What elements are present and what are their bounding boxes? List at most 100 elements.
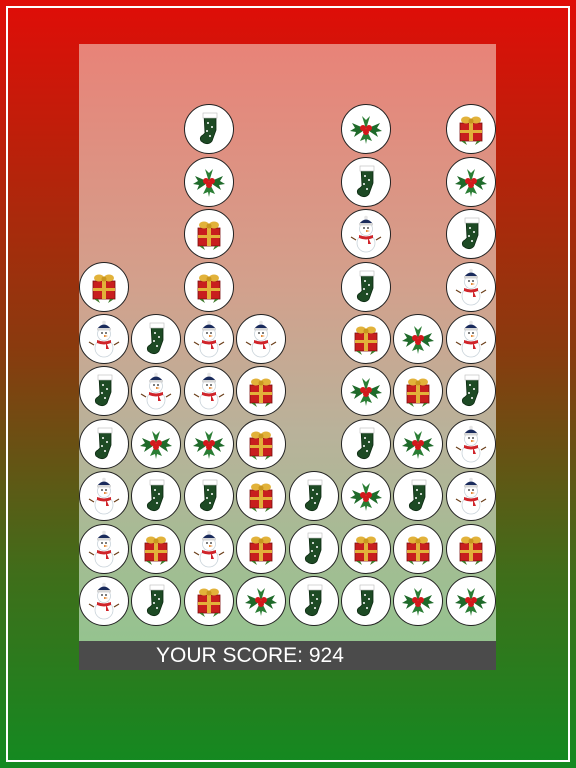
piece-stocking[interactable] xyxy=(288,523,339,574)
piece-stocking[interactable] xyxy=(131,314,182,364)
snowman-icon xyxy=(136,371,176,411)
piece-holly[interactable] xyxy=(393,314,444,364)
gift-icon xyxy=(136,529,176,569)
piece-gift[interactable] xyxy=(183,209,234,260)
piece-snowman[interactable] xyxy=(131,366,182,417)
piece-gift[interactable] xyxy=(131,523,182,574)
stocking-icon xyxy=(136,476,176,516)
piece-snowman[interactable] xyxy=(445,418,496,469)
piece-holly[interactable] xyxy=(341,104,391,155)
piece-gift[interactable] xyxy=(236,471,287,522)
piece-holly[interactable] xyxy=(183,156,234,207)
piece-gift[interactable] xyxy=(183,576,234,626)
piece-holly[interactable] xyxy=(445,576,496,626)
stocking-icon xyxy=(346,424,386,464)
piece-stocking[interactable] xyxy=(131,471,182,522)
piece-stocking[interactable] xyxy=(445,366,496,417)
game-board[interactable] xyxy=(79,44,496,641)
piece-snowman[interactable] xyxy=(183,314,234,364)
holly-icon xyxy=(451,581,491,621)
stocking-icon xyxy=(398,476,438,516)
snowman-icon xyxy=(189,319,229,359)
piece-stocking[interactable] xyxy=(445,209,496,260)
gift-icon xyxy=(84,267,124,307)
piece-snowman[interactable] xyxy=(445,314,496,364)
piece-stocking[interactable] xyxy=(288,471,339,522)
score-text: YOUR SCORE: 924 xyxy=(156,644,344,667)
gift-icon xyxy=(241,371,281,411)
piece-holly[interactable] xyxy=(341,471,391,522)
gift-icon xyxy=(241,529,281,569)
stocking-icon xyxy=(451,371,491,411)
piece-stocking[interactable] xyxy=(341,418,391,469)
piece-gift[interactable] xyxy=(393,366,444,417)
piece-holly[interactable] xyxy=(445,156,496,207)
holly-icon xyxy=(189,424,229,464)
stocking-icon xyxy=(451,214,491,254)
stocking-icon xyxy=(189,109,229,149)
holly-icon xyxy=(398,319,438,359)
piece-stocking[interactable] xyxy=(341,261,391,312)
gift-icon xyxy=(189,214,229,254)
gift-icon xyxy=(398,371,438,411)
piece-holly[interactable] xyxy=(341,366,391,417)
holly-icon xyxy=(346,109,386,149)
piece-gift[interactable] xyxy=(236,418,287,469)
snowman-icon xyxy=(189,371,229,411)
piece-holly[interactable] xyxy=(393,576,444,626)
stocking-icon xyxy=(84,371,124,411)
piece-holly[interactable] xyxy=(393,418,444,469)
gift-icon xyxy=(189,267,229,307)
piece-stocking[interactable] xyxy=(288,576,339,626)
piece-snowman[interactable] xyxy=(79,314,129,364)
piece-stocking[interactable] xyxy=(79,418,129,469)
gift-icon xyxy=(241,424,281,464)
piece-snowman[interactable] xyxy=(183,366,234,417)
piece-snowman[interactable] xyxy=(79,523,129,574)
piece-gift[interactable] xyxy=(341,523,391,574)
piece-gift[interactable] xyxy=(445,523,496,574)
gift-icon xyxy=(451,529,491,569)
snowman-icon xyxy=(451,319,491,359)
piece-stocking[interactable] xyxy=(341,576,391,626)
piece-stocking[interactable] xyxy=(79,366,129,417)
piece-gift[interactable] xyxy=(79,261,129,312)
stocking-icon xyxy=(346,267,386,307)
piece-snowman[interactable] xyxy=(341,209,391,260)
gift-icon xyxy=(241,476,281,516)
piece-gift[interactable] xyxy=(236,523,287,574)
piece-holly[interactable] xyxy=(236,576,287,626)
snowman-icon xyxy=(241,319,281,359)
stocking-icon xyxy=(136,581,176,621)
piece-snowman[interactable] xyxy=(445,471,496,522)
stocking-icon xyxy=(189,476,229,516)
holly-icon xyxy=(451,162,491,202)
piece-snowman[interactable] xyxy=(79,471,129,522)
snowman-icon xyxy=(84,529,124,569)
piece-holly[interactable] xyxy=(183,418,234,469)
piece-stocking[interactable] xyxy=(131,576,182,626)
stocking-icon xyxy=(346,162,386,202)
piece-stocking[interactable] xyxy=(183,471,234,522)
piece-stocking[interactable] xyxy=(183,104,234,155)
holly-icon xyxy=(241,581,281,621)
piece-holly[interactable] xyxy=(131,418,182,469)
gift-icon xyxy=(346,319,386,359)
piece-snowman[interactable] xyxy=(236,314,287,364)
piece-snowman[interactable] xyxy=(183,523,234,574)
stocking-icon xyxy=(346,581,386,621)
piece-gift[interactable] xyxy=(183,261,234,312)
piece-gift[interactable] xyxy=(445,104,496,155)
piece-gift[interactable] xyxy=(341,314,391,364)
piece-gift[interactable] xyxy=(393,523,444,574)
holly-icon xyxy=(398,581,438,621)
stocking-icon xyxy=(294,581,334,621)
piece-stocking[interactable] xyxy=(341,156,391,207)
holly-icon xyxy=(136,424,176,464)
piece-snowman[interactable] xyxy=(79,576,129,626)
piece-stocking[interactable] xyxy=(393,471,444,522)
piece-snowman[interactable] xyxy=(445,261,496,312)
gift-icon xyxy=(346,529,386,569)
piece-gift[interactable] xyxy=(236,366,287,417)
snowman-icon xyxy=(346,214,386,254)
